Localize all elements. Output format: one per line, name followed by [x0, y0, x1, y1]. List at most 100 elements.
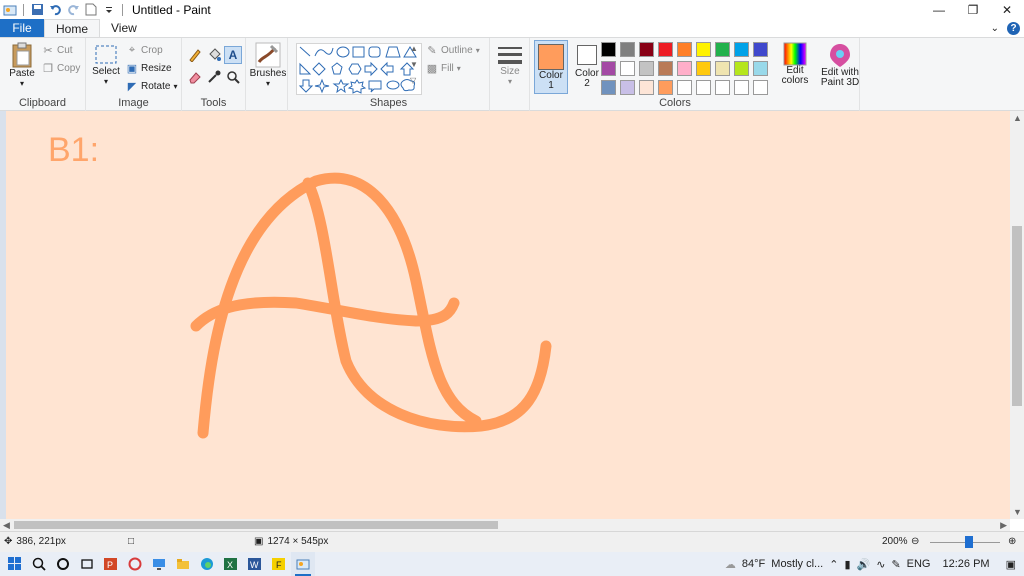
show-hidden-icons-icon[interactable]: ⌃ [829, 558, 838, 571]
powerpoint-icon[interactable]: P [99, 552, 123, 576]
color-swatch[interactable] [734, 61, 749, 76]
tab-view[interactable]: View [100, 19, 148, 37]
color-swatch[interactable] [658, 80, 673, 95]
color-swatch[interactable] [658, 42, 673, 57]
size-button[interactable]: Size ▾ [494, 44, 526, 86]
color-swatch[interactable] [620, 42, 635, 57]
horizontal-scroll-thumb[interactable] [14, 521, 498, 529]
save-icon[interactable] [29, 2, 45, 18]
color-swatch[interactable] [734, 80, 749, 95]
color-swatch[interactable] [639, 42, 654, 57]
weather-temp[interactable]: 84°F [742, 558, 765, 570]
color-swatch[interactable] [677, 61, 692, 76]
shapes-scroll-down-icon[interactable]: ▼ [410, 60, 418, 69]
color-swatch[interactable] [715, 61, 730, 76]
zoom-slider-knob[interactable] [965, 536, 973, 548]
color-swatch[interactable] [639, 61, 654, 76]
color-swatch[interactable] [601, 42, 616, 57]
color-swatch[interactable] [658, 61, 673, 76]
color-swatch[interactable] [753, 61, 768, 76]
tab-home[interactable]: Home [44, 19, 101, 37]
paste-button[interactable]: Paste ▾ [8, 42, 36, 88]
pencil-icon[interactable] [188, 48, 202, 65]
monitor-icon[interactable] [147, 552, 171, 576]
clock-time[interactable]: 12:26 PM [943, 558, 990, 570]
notification-center-icon[interactable]: ▣ [1006, 558, 1016, 571]
collapse-ribbon-icon[interactable]: ⌄ [991, 23, 999, 34]
color-swatch[interactable] [601, 80, 616, 95]
outline-button[interactable]: ✎ Outline ▾ [426, 44, 479, 57]
zoom-in-icon[interactable]: ⊕ [1008, 536, 1016, 547]
shapes-gallery[interactable] [296, 43, 422, 95]
resize-button[interactable]: ▣ Resize [126, 62, 172, 75]
undo-icon[interactable] [47, 2, 63, 18]
cortana-icon[interactable] [51, 552, 75, 576]
brushes-button[interactable]: Brushes ▾ [250, 42, 286, 88]
color-swatch[interactable] [734, 42, 749, 57]
text-tool-icon[interactable]: A [224, 46, 242, 64]
cut-button[interactable]: ✂ Cut [42, 44, 72, 57]
restore-icon[interactable]: ❐ [956, 0, 990, 19]
color-swatch[interactable] [715, 80, 730, 95]
weather-text[interactable]: Mostly cl... [771, 558, 823, 570]
scroll-left-icon[interactable]: ◀ [3, 520, 10, 531]
horizontal-scrollbar[interactable]: ◀ ▶ [0, 519, 1010, 531]
edit-with-paint3d-button[interactable]: Edit with Paint 3D [815, 42, 865, 88]
shapes-scroll-up-icon[interactable]: ▲ [410, 44, 418, 53]
vertical-scroll-thumb[interactable] [1012, 226, 1022, 406]
excel-icon[interactable]: X [219, 552, 243, 576]
task-view-icon[interactable] [75, 552, 99, 576]
color-swatch[interactable] [677, 80, 692, 95]
color-swatch[interactable] [715, 42, 730, 57]
minimize-icon[interactable]: — [922, 0, 956, 19]
crop-button[interactable]: ⌖ Crop [126, 44, 163, 57]
file-explorer-icon[interactable] [171, 552, 195, 576]
shapes-more-icon[interactable]: ▽ [410, 76, 416, 85]
redo-icon[interactable] [65, 2, 81, 18]
color-swatch[interactable] [753, 42, 768, 57]
color-picker-icon[interactable] [207, 70, 221, 87]
eraser-icon[interactable] [188, 70, 202, 87]
windows-start-icon[interactable] [3, 552, 27, 576]
color-swatch[interactable] [639, 80, 654, 95]
app-yellow-f-icon[interactable]: F [267, 552, 291, 576]
vertical-scrollbar[interactable]: ▲ ▼ [1010, 111, 1024, 519]
color2-button[interactable]: Color 2 [570, 40, 604, 94]
select-button[interactable]: Select ▾ [90, 44, 122, 86]
tab-file[interactable]: File [0, 19, 44, 37]
customize-qat-icon[interactable] [101, 2, 117, 18]
scroll-down-icon[interactable]: ▼ [1013, 507, 1022, 517]
color-swatch[interactable] [753, 80, 768, 95]
search-icon[interactable] [27, 552, 51, 576]
color-swatch[interactable] [696, 80, 711, 95]
network-icon[interactable]: ∿ [876, 558, 885, 571]
fill-bucket-icon[interactable] [207, 48, 221, 65]
rotate-button[interactable]: ◤ Rotate ▾ [126, 80, 178, 93]
color-swatch[interactable] [620, 61, 635, 76]
new-file-icon[interactable] [83, 2, 99, 18]
magnifier-icon[interactable] [226, 70, 240, 87]
scroll-up-icon[interactable]: ▲ [1013, 113, 1022, 123]
word-icon[interactable]: W [243, 552, 267, 576]
battery-icon[interactable]: ▮ [844, 558, 850, 571]
color-swatch[interactable] [601, 61, 616, 76]
help-icon[interactable]: ? [1007, 21, 1020, 35]
language-indicator[interactable]: ENG [907, 558, 931, 570]
copy-button[interactable]: ❐ Copy [42, 62, 80, 75]
pen-workspace-icon[interactable]: ✎ [891, 558, 900, 571]
color1-button[interactable]: Color 1 [534, 40, 568, 94]
paint-taskbar-icon[interactable] [291, 552, 315, 576]
edit-colors-button[interactable]: Edit colors [778, 42, 812, 86]
edge-browser-icon[interactable] [195, 552, 219, 576]
color-swatch[interactable] [677, 42, 692, 57]
app-red-circle-icon[interactable] [123, 552, 147, 576]
drawing-canvas[interactable]: B1: [6, 111, 1010, 519]
color-swatch[interactable] [696, 61, 711, 76]
scroll-right-icon[interactable]: ▶ [1000, 520, 1007, 531]
zoom-out-icon[interactable]: ⊖ [911, 536, 919, 547]
fill-button[interactable]: ▩ Fill ▾ [426, 62, 461, 75]
close-icon[interactable]: ✕ [990, 0, 1024, 19]
color-swatch[interactable] [620, 80, 635, 95]
color-swatch[interactable] [696, 42, 711, 57]
volume-icon[interactable]: 🔊 [857, 558, 871, 571]
